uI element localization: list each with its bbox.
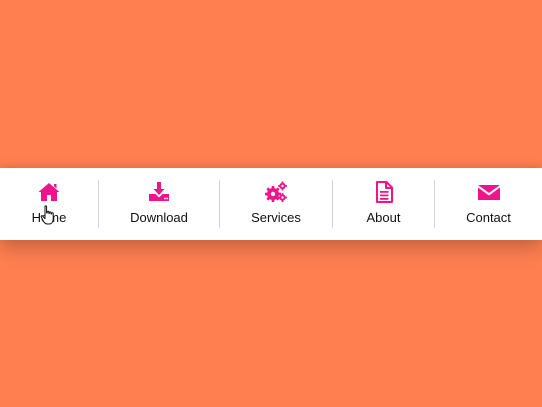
home-icon (37, 180, 61, 204)
nav-item-about[interactable]: About (333, 168, 434, 240)
envelope-icon (477, 180, 501, 204)
nav-item-download[interactable]: Download (99, 168, 219, 240)
nav-item-label: Home (31, 209, 67, 225)
nav-item-services[interactable]: Services (220, 168, 332, 240)
document-icon (372, 180, 396, 204)
nav-item-contact[interactable]: Contact (435, 168, 542, 240)
nav-item-label: About (366, 209, 401, 225)
nav-item-home[interactable]: Home (0, 168, 98, 240)
gears-icon (264, 180, 288, 204)
nav-item-label: Contact (466, 209, 511, 225)
download-icon (147, 180, 171, 204)
navigation-bar: Home Download Services About Contact (0, 168, 542, 240)
nav-item-label: Download (130, 209, 188, 225)
nav-item-label: Services (251, 209, 301, 225)
